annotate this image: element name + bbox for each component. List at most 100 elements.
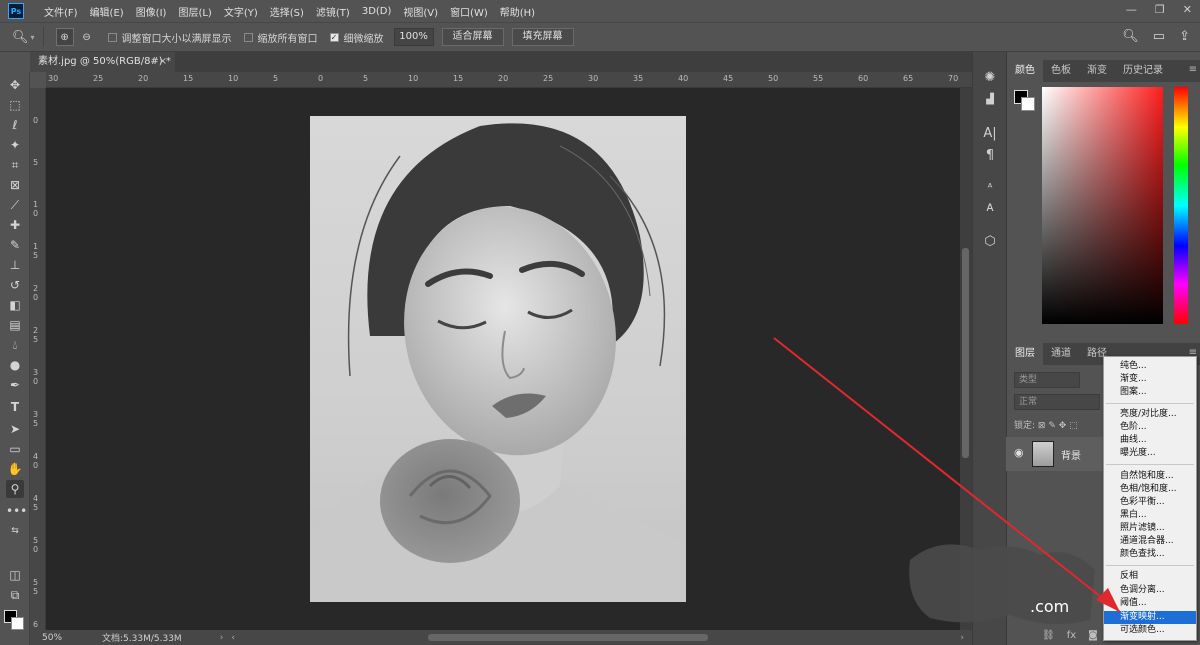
screen-mode-icon[interactable]: ⧉ bbox=[6, 586, 24, 604]
scroll-left-icon[interactable]: ‹ bbox=[231, 633, 235, 643]
paragraph-icon[interactable]: ¶ bbox=[982, 148, 998, 164]
magic-wand-icon[interactable]: ✦ bbox=[6, 136, 24, 154]
workspace-icon[interactable]: ▭ bbox=[1153, 29, 1165, 44]
color-picker-field[interactable] bbox=[1042, 87, 1163, 324]
zoom-tool-icon[interactable]: ⚲ bbox=[6, 480, 24, 498]
clone-stamp-icon[interactable]: ⊥ bbox=[6, 256, 24, 274]
resize-windows-checkbox[interactable]: 调整窗口大小以满屏显示 bbox=[107, 30, 232, 45]
menu-layer[interactable]: 图层(L) bbox=[172, 4, 217, 19]
zoom-level-field[interactable]: 50% bbox=[42, 633, 62, 643]
menu-window[interactable]: 窗口(W) bbox=[444, 4, 494, 19]
dodge-tool-icon[interactable]: ● bbox=[6, 356, 24, 374]
close-icon[interactable]: ✕ bbox=[1183, 3, 1192, 16]
eye-icon[interactable]: ◉ bbox=[1014, 446, 1024, 459]
minimize-icon[interactable]: — bbox=[1126, 3, 1137, 16]
panel-menu-icon[interactable]: ≡ bbox=[1189, 64, 1197, 75]
menu-type[interactable]: 文字(Y) bbox=[218, 4, 264, 19]
lasso-tool-icon[interactable]: ℓ bbox=[6, 116, 24, 134]
restore-icon[interactable]: ❐ bbox=[1155, 3, 1165, 16]
paragraph-styles-icon[interactable]: ᴀ bbox=[982, 200, 998, 216]
blur-tool-icon[interactable]: 💧︎ bbox=[6, 336, 24, 354]
history-brush-icon[interactable]: ↺ bbox=[6, 276, 24, 294]
share-icon[interactable]: ⇪ bbox=[1179, 29, 1190, 44]
menu-image[interactable]: 图像(I) bbox=[130, 4, 173, 19]
zoom-percent-field[interactable]: 100% bbox=[393, 28, 434, 46]
menu-item-selective-color[interactable]: 可选颜色... bbox=[1104, 624, 1196, 637]
fit-screen-button[interactable]: 适合屏幕 bbox=[441, 28, 504, 46]
marquee-tool-icon[interactable]: ⬚ bbox=[6, 96, 24, 114]
lock-pixels-icon[interactable]: ⊠ ✎ ✥ ⬚ bbox=[1038, 421, 1078, 431]
tab-swatches[interactable]: 色板 bbox=[1043, 60, 1079, 82]
close-tab-icon[interactable]: × bbox=[159, 52, 167, 72]
menu-item-channel-mixer[interactable]: 通道混合器... bbox=[1104, 535, 1196, 548]
eyedropper-icon[interactable]: ⟋ bbox=[6, 196, 24, 214]
menu-item-color-lookup[interactable]: 颜色查找... bbox=[1104, 548, 1196, 561]
menu-item-vibrance[interactable]: 自然饱和度... bbox=[1104, 470, 1196, 483]
menu-item-gradient-map[interactable]: 渐变映射... bbox=[1104, 611, 1196, 624]
menu-item-invert[interactable]: 反相 bbox=[1104, 570, 1196, 583]
menu-item-levels[interactable]: 色阶... bbox=[1104, 421, 1196, 434]
move-tool-icon[interactable]: ✥ bbox=[6, 76, 24, 94]
crop-tool-icon[interactable]: ⌗ bbox=[6, 156, 24, 174]
healing-brush-icon[interactable]: ✚ bbox=[6, 216, 24, 234]
eraser-icon[interactable]: ◧ bbox=[6, 296, 24, 314]
character-icon[interactable]: A| bbox=[982, 126, 998, 142]
menu-item-hue-saturation[interactable]: 色相/饱和度... bbox=[1104, 483, 1196, 496]
tab-history[interactable]: 历史记录 bbox=[1115, 60, 1171, 82]
menu-item-exposure[interactable]: 曝光度... bbox=[1104, 447, 1196, 460]
tab-gradients[interactable]: 渐变 bbox=[1079, 60, 1115, 82]
menu-item-pattern[interactable]: 图案... bbox=[1104, 386, 1196, 399]
menu-item-threshold[interactable]: 阈值... bbox=[1104, 597, 1196, 610]
hand-tool-icon[interactable]: ✋ bbox=[6, 460, 24, 478]
more-tools-icon[interactable]: ••• bbox=[6, 502, 27, 520]
rectangle-tool-icon[interactable]: ▭ bbox=[6, 440, 24, 458]
canvas-area[interactable] bbox=[46, 88, 960, 630]
menu-select[interactable]: 选择(S) bbox=[264, 4, 310, 19]
tab-channels[interactable]: 通道 bbox=[1043, 343, 1079, 365]
menu-view[interactable]: 视图(V) bbox=[397, 4, 444, 19]
menu-3d[interactable]: 3D(D) bbox=[356, 6, 398, 17]
zoom-all-windows-checkbox[interactable]: 缩放所有窗口 bbox=[243, 30, 318, 45]
histogram-icon[interactable]: ▟ bbox=[982, 92, 998, 108]
menu-item-curves[interactable]: 曲线... bbox=[1104, 434, 1196, 447]
path-selection-icon[interactable]: ➤ bbox=[6, 420, 24, 438]
3d-cube-icon[interactable]: ⬡ bbox=[982, 234, 998, 250]
fx-icon[interactable]: fx bbox=[1067, 630, 1076, 641]
light-settings-icon[interactable]: ✺ bbox=[982, 70, 998, 86]
tab-layers[interactable]: 图层 bbox=[1007, 343, 1043, 365]
zoom-out-button[interactable]: ⊖ bbox=[78, 28, 96, 46]
menu-item-gradient[interactable]: 渐变... bbox=[1104, 373, 1196, 386]
search-icon[interactable]: 🔍︎ bbox=[1122, 29, 1139, 44]
document-tab[interactable]: 素材.jpg @ 50%(RGB/8#) * × bbox=[30, 52, 175, 72]
menu-item-black-white[interactable]: 黑白... bbox=[1104, 509, 1196, 522]
frame-tool-icon[interactable]: ⊠ bbox=[6, 176, 24, 194]
type-tool-icon[interactable]: T bbox=[6, 398, 24, 416]
menu-item-posterize[interactable]: 色调分离... bbox=[1104, 584, 1196, 597]
vertical-scrollbar[interactable] bbox=[960, 88, 972, 630]
scrubby-zoom-checkbox[interactable]: ✓ 细微缩放 bbox=[329, 30, 384, 45]
character-styles-icon[interactable]: ᴬ bbox=[982, 180, 998, 196]
horizontal-scroll-thumb[interactable] bbox=[428, 634, 708, 641]
layer-filter-field[interactable]: 类型 bbox=[1014, 372, 1080, 388]
document-photo[interactable] bbox=[310, 116, 686, 602]
menu-filter[interactable]: 滤镜(T) bbox=[310, 4, 356, 19]
zoom-tool-icon[interactable]: 🔍︎ bbox=[12, 30, 29, 45]
menu-item-solid-color[interactable]: 纯色... bbox=[1104, 360, 1196, 373]
background-color-swatch[interactable] bbox=[11, 617, 24, 630]
scroll-right-icon[interactable]: › bbox=[960, 633, 964, 643]
menu-item-brightness-contrast[interactable]: 亮度/对比度... bbox=[1104, 408, 1196, 421]
pen-tool-icon[interactable]: ✒ bbox=[6, 376, 24, 394]
link-layers-icon[interactable]: ⛓ bbox=[1042, 630, 1055, 641]
layer-row-background[interactable]: ◉ 背景 bbox=[1006, 437, 1106, 471]
vertical-scroll-thumb[interactable] bbox=[962, 248, 969, 458]
menu-item-color-balance[interactable]: 色彩平衡... bbox=[1104, 496, 1196, 509]
zoom-in-button[interactable]: ⊕ bbox=[55, 28, 74, 46]
chevron-right-icon[interactable]: › bbox=[220, 633, 224, 643]
brush-tool-icon[interactable]: ✎ bbox=[6, 236, 24, 254]
menu-file[interactable]: 文件(F) bbox=[38, 4, 84, 19]
hue-slider[interactable] bbox=[1174, 87, 1188, 324]
blend-mode-select[interactable]: 正常 bbox=[1014, 394, 1100, 410]
menu-help[interactable]: 帮助(H) bbox=[494, 4, 541, 19]
fill-screen-button[interactable]: 填充屏幕 bbox=[511, 28, 574, 46]
menu-edit[interactable]: 编辑(E) bbox=[84, 4, 130, 19]
